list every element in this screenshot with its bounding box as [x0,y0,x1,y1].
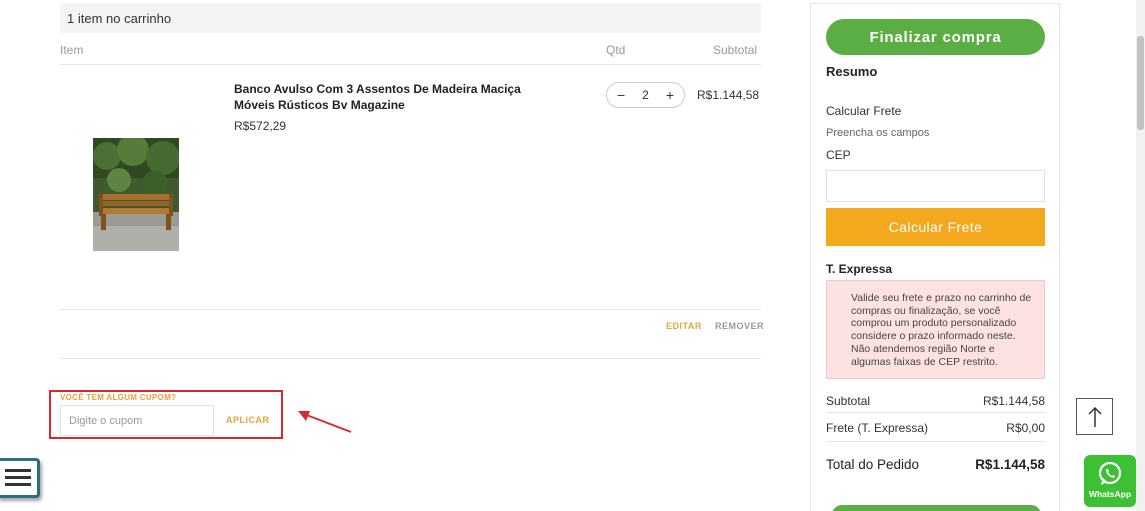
whatsapp-button[interactable]: WhatsApp [1084,455,1136,507]
freight-value: R$0,00 [1006,421,1045,435]
calculate-shipping-button[interactable]: Calcular Frete [826,208,1045,246]
shipping-notice: Valide seu frete e prazo no carrinho de … [826,280,1045,379]
quantity-value[interactable]: 2 [642,88,649,102]
annotation-arrow-icon [298,411,352,433]
header-divider [60,64,761,65]
subtotal-value: R$1.144,58 [982,394,1045,408]
subtotal-label: Subtotal [826,394,871,408]
remove-item-link[interactable]: REMOVER [715,321,764,331]
scrollbar-thumb[interactable] [1137,36,1144,130]
arrow-up-icon [1087,406,1102,427]
freight-label: Frete (T. Expressa) [826,421,929,435]
menu-icon [5,469,31,486]
row-divider [60,309,761,310]
quantity-increase-button[interactable]: + [666,88,674,102]
quantity-decrease-button[interactable]: − [617,88,625,102]
edit-item-link[interactable]: EDITAR [666,321,702,331]
shipping-calc-hint: Preencha os campos [826,127,930,139]
product-image[interactable] [93,138,179,251]
column-header-subtotal: Subtotal [713,43,758,57]
summary-divider [826,412,1045,413]
apply-coupon-button[interactable]: APLICAR [226,415,270,425]
secondary-checkout-button[interactable] [832,505,1041,511]
column-header-item: Item [60,43,84,57]
total-label: Total do Pedido [826,457,920,472]
cart-count-bar: 1 item no carrinho [60,3,761,33]
shipping-calc-title: Calcular Frete [826,104,902,118]
cep-label: CEP [826,148,851,162]
summary-divider [826,441,1045,442]
cep-input[interactable] [826,170,1045,202]
quantity-stepper[interactable]: − 2 + [606,82,685,108]
column-header-qtd: Qtd [606,43,626,57]
summary-freight-row: Frete (T. Expressa) R$0,00 [826,421,1045,435]
cart-count-label: 1 item no carrinho [67,10,172,26]
menu-button[interactable] [0,458,40,498]
summary-subtotal-row: Subtotal R$1.144,58 [826,394,1045,408]
summary-total-row: Total do Pedido R$1.144,58 [826,457,1045,472]
whatsapp-icon [1098,461,1122,485]
checkout-button[interactable]: Finalizar compra [826,19,1045,55]
summary-title: Resumo [826,64,878,79]
total-value: R$1.144,58 [975,457,1045,472]
cart-bottom-divider [60,358,761,359]
product-name[interactable]: Banco Avulso Com 3 Assentos De Madeira M… [234,81,554,113]
coupon-input[interactable] [60,405,214,436]
scroll-to-top-button[interactable] [1076,398,1113,435]
shipping-method: T. Expressa [826,262,893,276]
line-subtotal: R$1.144,58 [697,88,760,102]
product-unit-price: R$572,29 [234,119,287,133]
coupon-label: VOCÊ TEM ALGUM CUPOM? [60,393,177,402]
whatsapp-label: WhatsApp [1088,489,1132,499]
